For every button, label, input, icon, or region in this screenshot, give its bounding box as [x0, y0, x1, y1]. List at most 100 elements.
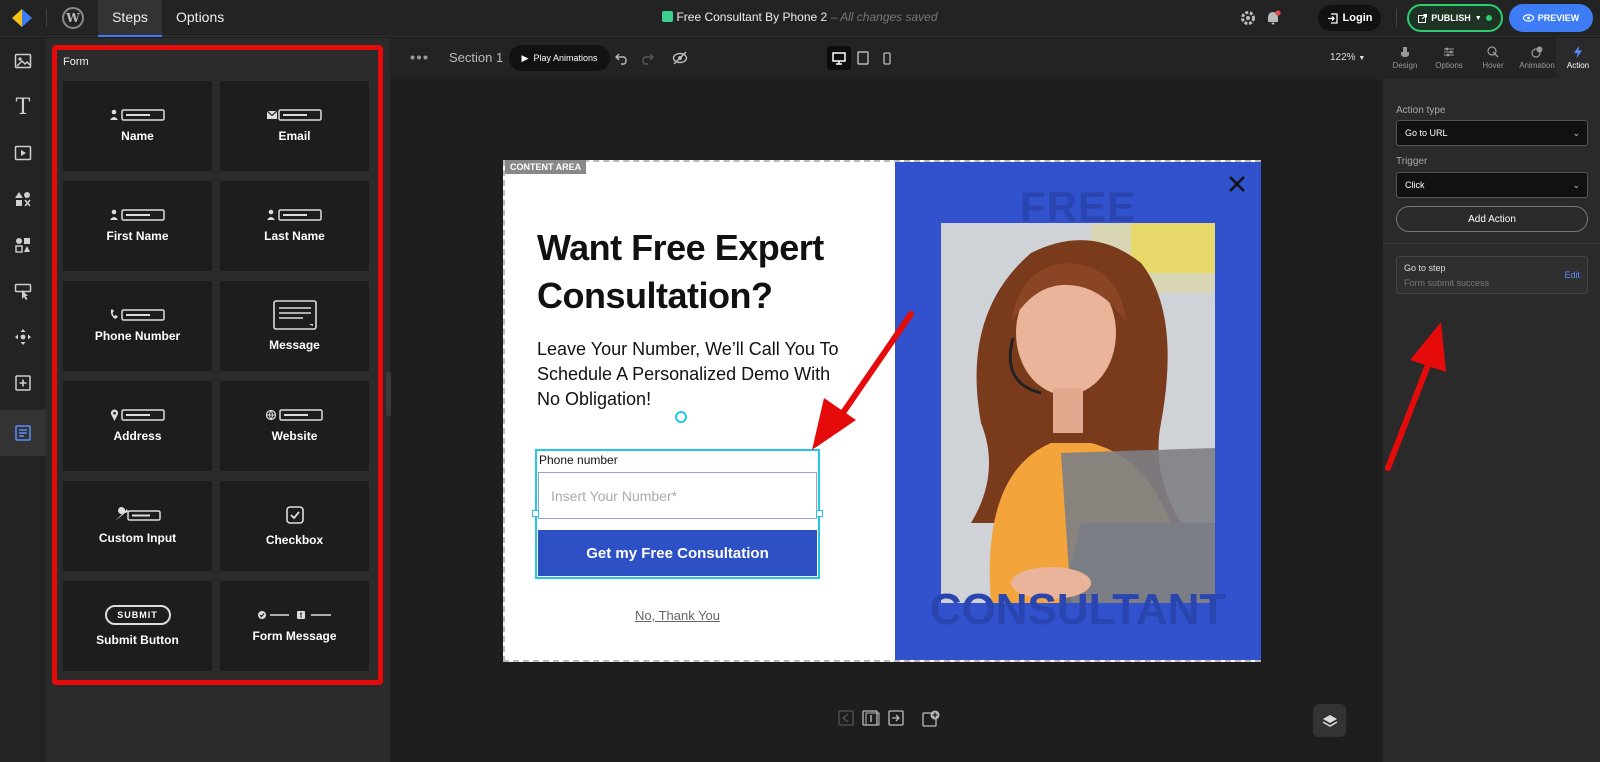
panel-title: Form [63, 56, 89, 68]
tile-address[interactable]: Address [63, 381, 212, 471]
popup-headline[interactable]: Want Free Expert Consultation? [537, 224, 867, 320]
step-number-icon[interactable] [862, 710, 880, 726]
rail-move-tool[interactable] [0, 314, 46, 360]
tile-checkbox[interactable]: Checkbox [220, 481, 369, 571]
no-thank-you-link[interactable]: No, Thank You [535, 608, 820, 623]
settings-gear-icon[interactable] [1239, 9, 1257, 27]
rail-widgets-tool[interactable] [0, 222, 46, 268]
globe-field-icon [265, 409, 323, 421]
save-status: – All changes saved [830, 10, 938, 24]
move-arrows-icon [15, 329, 31, 345]
background-word-consultant: CONSULTANT [929, 585, 1227, 634]
tile-label: Website [271, 429, 318, 443]
popup-preview[interactable]: CONTENT AREA Want Free Expert Consultati… [503, 160, 1261, 662]
tab-label: Action [1566, 61, 1590, 70]
layers-button[interactable] [1313, 704, 1346, 737]
phone-form-block[interactable]: Phone number Get my Free Consultation [532, 449, 823, 579]
tile-form-message[interactable]: Form Message [220, 581, 369, 671]
device-tablet-button[interactable] [851, 46, 875, 70]
rail-button-tool[interactable] [0, 268, 46, 314]
lightning-icon [1574, 46, 1582, 58]
get-consultation-button[interactable]: Get my Free Consultation [538, 530, 817, 576]
rail-form-tool[interactable] [0, 410, 46, 456]
panel-resize-handle[interactable] [386, 372, 391, 416]
action-type-select[interactable]: Go to URL ⌄ [1396, 120, 1588, 146]
more-dots-icon[interactable] [410, 55, 428, 60]
resize-handle-right[interactable] [816, 510, 823, 517]
tile-website[interactable]: Website [220, 381, 369, 471]
image-icon [14, 53, 32, 69]
notification-bell-icon[interactable] [1264, 9, 1282, 27]
rail-elements-tool[interactable] [0, 176, 46, 222]
device-mobile-button[interactable] [875, 46, 899, 70]
add-action-button[interactable]: Add Action [1396, 206, 1588, 232]
tablet-icon [857, 51, 869, 65]
phone-field-label: Phone number [539, 453, 618, 467]
play-icon: ▶ [521, 52, 529, 63]
prev-step-icon[interactable] [838, 710, 854, 726]
phone-field-icon [110, 309, 165, 321]
tile-email[interactable]: Email [220, 81, 369, 171]
close-icon[interactable] [1225, 172, 1249, 196]
resize-handle-left[interactable] [532, 510, 539, 517]
tile-message[interactable]: Message [220, 281, 369, 371]
play-animations-button[interactable]: ▶ Play Animations [509, 45, 610, 71]
tile-label: Last Name [264, 229, 325, 243]
tab-options-panel[interactable]: Options [1427, 38, 1471, 78]
tile-name[interactable]: Name [63, 81, 212, 171]
rail-image-tool[interactable] [0, 38, 46, 84]
hover-cursor-icon [1487, 46, 1499, 58]
login-icon [1327, 12, 1338, 24]
location-field-icon [110, 409, 165, 421]
device-desktop-button[interactable] [827, 46, 851, 70]
tab-design[interactable]: Design [1383, 38, 1427, 78]
chevron-down-icon: ⌄ [1572, 128, 1580, 138]
woman-with-headset-illustration [941, 223, 1215, 603]
rail-text-tool[interactable]: T [0, 84, 46, 130]
undo-icon[interactable] [615, 51, 629, 65]
section-label[interactable]: Section 1 [449, 50, 503, 65]
document-icon [662, 11, 674, 22]
tile-last-name[interactable]: Last Name [220, 181, 369, 271]
form-elements-panel: Form Name Email First Name Last Name Pho… [46, 38, 390, 762]
tab-label: Design [1392, 61, 1418, 70]
preview-button[interactable]: PREVIEW [1509, 4, 1593, 32]
rail-video-tool[interactable] [0, 130, 46, 176]
tile-label: Email [278, 129, 311, 143]
tile-first-name[interactable]: First Name [63, 181, 212, 271]
consultant-photo[interactable] [941, 223, 1215, 603]
next-step-icon[interactable] [888, 710, 904, 726]
tile-label: Submit Button [96, 633, 179, 647]
action-type-value: Go to URL [1405, 128, 1448, 138]
background-word-free: FREE [1019, 183, 1136, 230]
zoom-control[interactable]: 122% ▼ [1330, 52, 1365, 63]
mobile-icon [883, 51, 891, 65]
widgets-icon [15, 238, 30, 253]
email-field-icon [266, 109, 322, 121]
tile-custom-input[interactable]: Custom Input [63, 481, 212, 571]
add-step-icon[interactable] [922, 710, 940, 728]
redo-icon[interactable] [640, 51, 654, 65]
step-edit-link[interactable]: Edit [1564, 270, 1580, 280]
publish-button[interactable]: PUBLISH ▼ [1407, 4, 1503, 32]
user-field-icon [109, 209, 165, 221]
phone-number-input[interactable] [538, 472, 817, 519]
rail-add-section-tool[interactable] [0, 360, 46, 406]
form-message-icon [257, 611, 331, 619]
tab-action[interactable]: Action [1556, 38, 1600, 78]
go-to-step-card[interactable]: Go to step Form submit success Edit [1396, 256, 1588, 294]
document-title[interactable]: Free Consultant By Phone 2 [676, 10, 827, 24]
tile-submit-button[interactable]: SUBMIT Submit Button [63, 581, 212, 671]
hide-eye-icon[interactable] [672, 50, 688, 66]
add-box-icon [15, 375, 31, 391]
brush-icon [1401, 47, 1409, 57]
tile-label: Custom Input [98, 531, 177, 545]
preview-label: PREVIEW [1537, 13, 1580, 23]
login-button[interactable]: Login [1318, 5, 1381, 31]
tab-hover[interactable]: Hover [1471, 38, 1515, 78]
trigger-select[interactable]: Click ⌄ [1396, 172, 1588, 198]
popup-subtext[interactable]: Leave Your Number, We’ll Call You To Sch… [537, 337, 857, 412]
tab-animation[interactable]: Animation [1515, 38, 1559, 78]
tile-phone-number[interactable]: Phone Number [63, 281, 212, 371]
tile-label: Form Message [252, 629, 337, 643]
